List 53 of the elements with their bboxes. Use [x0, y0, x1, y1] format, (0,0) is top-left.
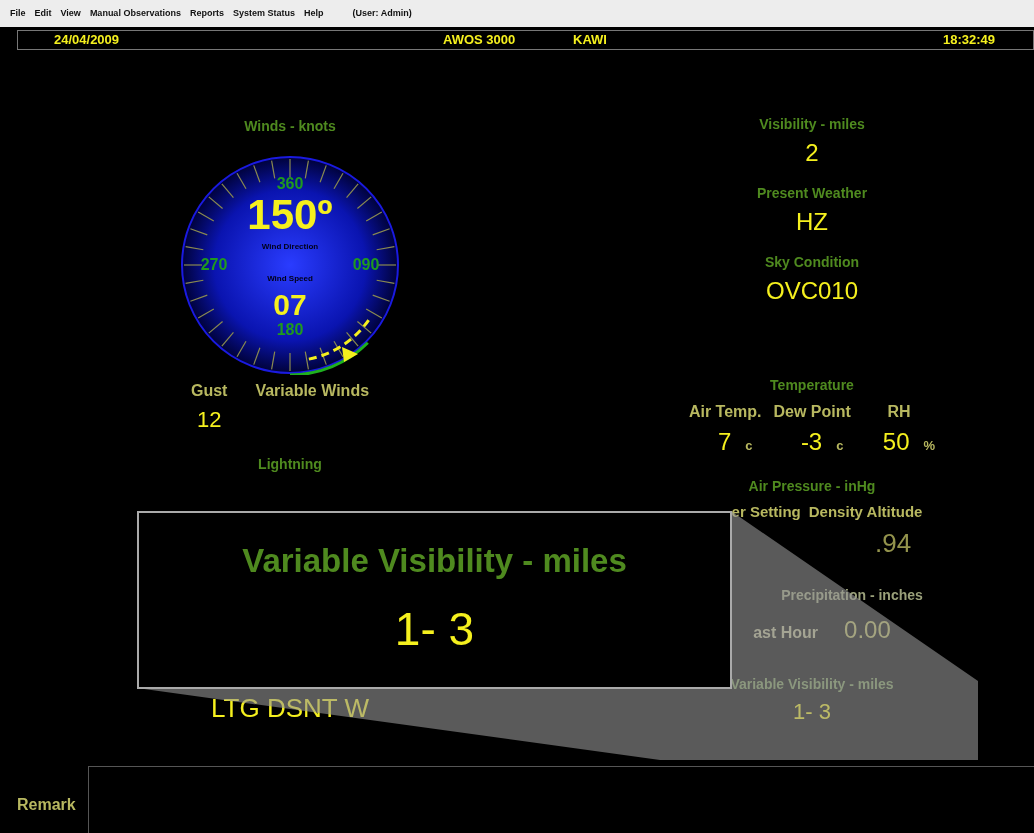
temperature-label: Air Temp. — [688, 402, 762, 422]
wind-speed-value: 07 — [273, 288, 307, 321]
variable-winds-label: Variable Winds — [255, 381, 370, 401]
section-title: Temperature — [770, 376, 854, 395]
section-title: Air Pressure - inHg — [748, 477, 876, 496]
compass-label: 180 — [276, 321, 304, 338]
time-text: 18:32:49 — [942, 31, 995, 50]
temperature-label: RH — [887, 402, 911, 422]
section-title: Present Weather — [756, 184, 868, 203]
menu-item[interactable]: View — [60, 6, 81, 21]
section-title: Visibility - miles — [759, 115, 865, 134]
pressure-value: .94 — [875, 526, 912, 560]
station-id: KAWI — [573, 31, 608, 50]
menu-item[interactable]: System Status — [232, 6, 295, 21]
wind-speed-caption: Wind Speed — [267, 274, 313, 283]
compass-label: 360 — [276, 175, 304, 192]
gust-label: Gust — [190, 381, 228, 401]
temperature-label: Dew Point — [773, 402, 851, 422]
precipitation-value: 0.00 — [844, 614, 891, 645]
section-title: Winds - knots — [244, 117, 336, 136]
wind-direction-caption: Wind Direction — [261, 242, 319, 251]
wind-direction-value: 150º — [247, 191, 333, 238]
gust-value: 12 — [196, 406, 222, 434]
compass-label: 090 — [352, 256, 380, 273]
section-title: Lightning — [258, 455, 322, 474]
system-name: AWOS 3000 — [443, 31, 517, 50]
section-title: Variable Visibility - miles — [730, 674, 894, 694]
remark-label: Remark — [17, 794, 77, 815]
sky-condition-value: OVC010 — [765, 276, 859, 306]
unit-label: c — [836, 437, 844, 455]
user-label: (User: Admin) — [352, 6, 412, 20]
precipitation-label: ast Hour — [753, 622, 819, 643]
menu-item[interactable]: File — [10, 6, 26, 21]
visibility-value: 2 — [805, 138, 819, 168]
menu-item[interactable]: Reports — [189, 6, 224, 21]
unit-label: % — [923, 437, 936, 455]
menu-item[interactable]: Edit — [34, 6, 52, 21]
menu-item[interactable]: Help — [303, 6, 324, 21]
compass-label: 270 — [200, 256, 228, 273]
temperature-value: 7 — [717, 427, 732, 457]
present-weather-value: HZ — [796, 207, 828, 237]
variable-visibility-value: 1- 3 — [793, 697, 831, 726]
pressure-label: er Setting — [731, 502, 801, 522]
callout-title: Variable Visibility - miles — [242, 540, 627, 581]
callout-value: 1- 3 — [394, 602, 475, 658]
unit-label: c — [745, 437, 753, 455]
date-text: 24/04/2009 — [54, 31, 121, 50]
temperature-value: 50 — [882, 427, 910, 457]
pressure-label: Density Altitude — [808, 502, 923, 522]
section-title: Sky Condition — [764, 253, 860, 272]
menu-item[interactable]: Manual Observations — [89, 6, 181, 21]
remark-field[interactable] — [88, 766, 1034, 833]
temperature-value: -3 — [800, 427, 823, 457]
